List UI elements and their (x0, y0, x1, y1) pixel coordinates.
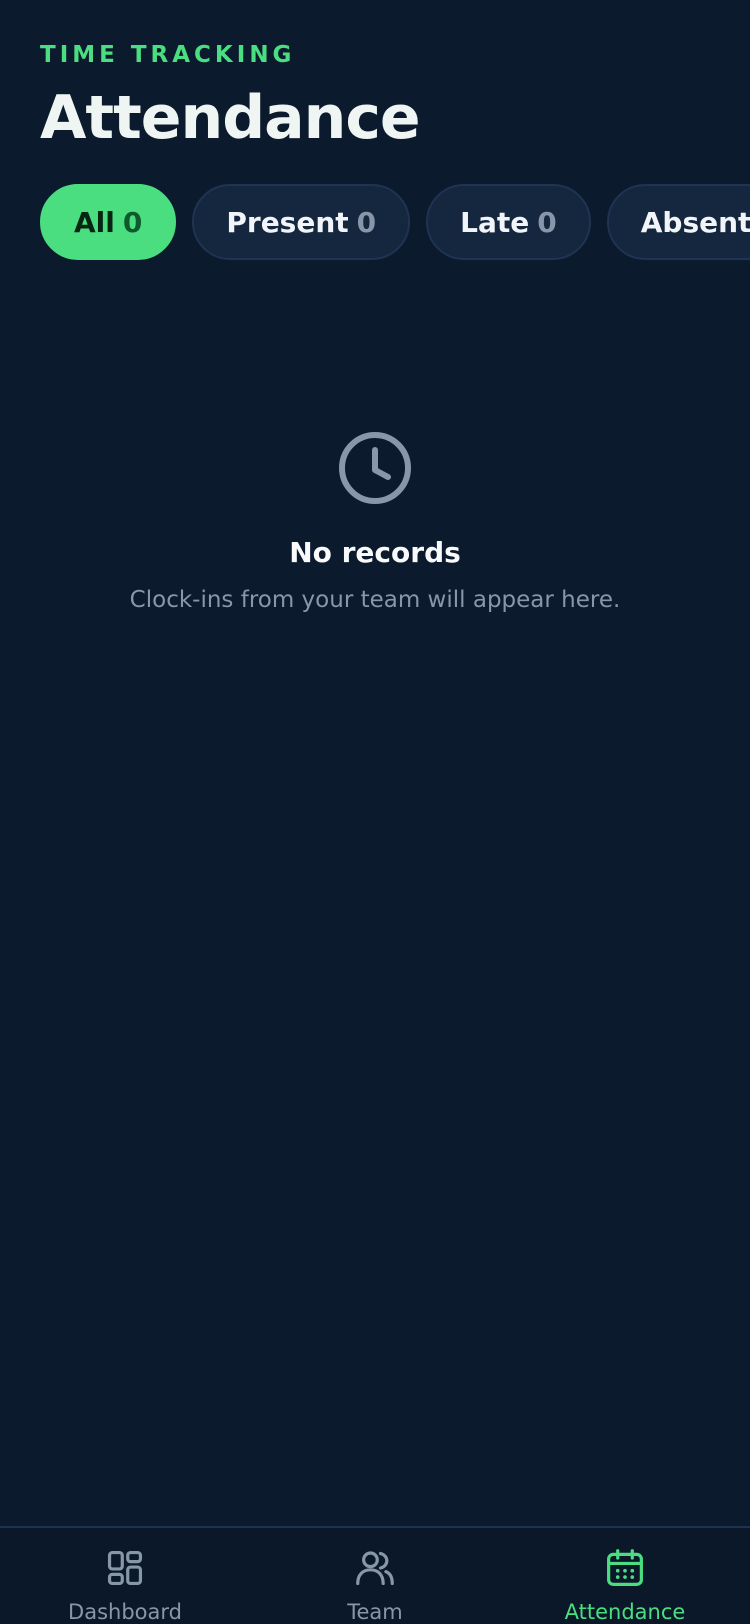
filter-chips: All 0 Present 0 Late 0 Absent 0 (40, 184, 750, 260)
tab-label: Dashboard (68, 1600, 182, 1624)
dashboard-icon (107, 1550, 143, 1586)
filter-chip-label: Absent (640, 205, 750, 239)
empty-state: No records Clock-ins from your team will… (0, 430, 750, 613)
empty-state-subtitle: Clock-ins from your team will appear her… (129, 587, 621, 613)
filter-chip-present[interactable]: Present 0 (192, 184, 411, 260)
filter-chip-label: All (74, 205, 115, 239)
tab-team[interactable]: Team (250, 1528, 500, 1624)
clock-icon (339, 432, 411, 504)
filter-chip-count: 0 (356, 205, 377, 239)
filter-chip-absent[interactable]: Absent 0 (606, 184, 750, 260)
filter-chip-label: Present (226, 205, 349, 239)
bottom-tab-bar: Dashboard Team Attendance (0, 1526, 750, 1624)
filter-chip-all[interactable]: All 0 (40, 184, 177, 260)
tab-label: Attendance (564, 1600, 686, 1624)
empty-state-title: No records (289, 536, 461, 569)
filter-chip-label: Late (460, 205, 530, 239)
tab-dashboard[interactable]: Dashboard (0, 1528, 250, 1624)
attendance-screen: TIME TRACKING Attendance All 0 Present 0… (0, 0, 750, 1624)
page-title: Attendance (40, 83, 421, 153)
filter-chip-late[interactable]: Late 0 (426, 184, 591, 260)
calendar-icon (607, 1549, 643, 1586)
filter-chip-count: 0 (537, 205, 557, 239)
tab-label: Team (347, 1600, 403, 1624)
page-header: TIME TRACKING Attendance (40, 40, 421, 154)
filter-chip-count: 0 (122, 205, 143, 239)
tab-attendance[interactable]: Attendance (500, 1528, 750, 1624)
section-eyebrow: TIME TRACKING (40, 42, 296, 68)
team-icon (356, 1551, 394, 1586)
